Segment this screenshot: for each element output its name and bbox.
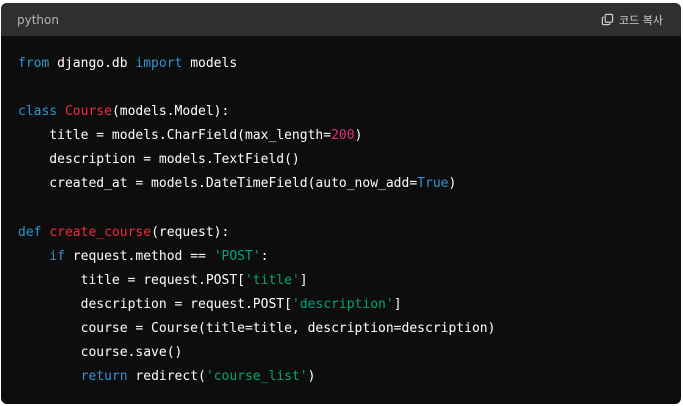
code-token: course = Course(title=title, description… [18, 321, 496, 337]
code-token: ] [299, 272, 308, 288]
code-token: return [80, 369, 128, 385]
code-token: title = request.POST[ [18, 272, 245, 288]
code-line: description = request.POST['description'… [18, 293, 664, 317]
language-label: python [17, 12, 59, 27]
code-token: (request): [151, 224, 230, 240]
code-token: redirect( [127, 369, 206, 385]
code-line: if request.method == 'POST': [18, 245, 664, 269]
code-line: title = models.CharField(max_length=200) [18, 124, 664, 148]
code-line: description = models.TextField() [18, 148, 664, 172]
code-token: 200 [331, 128, 355, 144]
code-token: Course [64, 104, 112, 120]
code-content: from django.db import models class Course… [1, 36, 681, 389]
code-block-header: python 코드 복사 [1, 3, 681, 36]
code-block: python 코드 복사 from django.db import model… [1, 3, 681, 404]
code-token: description = models.TextField() [18, 152, 300, 168]
copy-icon [601, 13, 614, 26]
code-line: def create_course(request): [18, 221, 664, 245]
code-token: import [135, 56, 183, 71]
code-token: if [49, 248, 65, 264]
code-token: ) [448, 176, 457, 192]
code-token: django.db [49, 56, 136, 71]
code-token: models [182, 56, 238, 71]
code-token: 'POST' [213, 248, 261, 264]
code-token: ) [354, 128, 363, 144]
code-token: (models.Model): [111, 104, 230, 120]
code-line: from django.db import models [18, 52, 664, 76]
code-line: course = Course(title=title, description… [18, 317, 664, 341]
code-token: ) [307, 369, 316, 385]
code-token: 'title' [244, 272, 300, 288]
copy-code-button[interactable]: 코드 복사 [601, 12, 665, 28]
code-token: request.method == [64, 248, 214, 264]
code-token: def [18, 224, 42, 240]
code-token: 'course_list' [205, 369, 308, 385]
code-line: course.save() [18, 341, 664, 365]
code-token: 'description' [291, 296, 394, 312]
copy-code-label: 코드 복사 [619, 13, 663, 27]
code-token: title = models.CharField(max_length= [18, 128, 332, 144]
code-token: from [18, 56, 50, 71]
code-line: class Course(models.Model): [18, 100, 664, 124]
code-token: description = request.POST[ [18, 296, 292, 312]
code-token: True [417, 176, 449, 192]
code-token: class [18, 104, 58, 120]
code-line: created_at = models.DateTimeField(auto_n… [18, 172, 664, 196]
code-token: create_course [49, 224, 152, 240]
code-token: course.save() [18, 345, 183, 361]
code-token: created_at = models.DateTimeField(auto_n… [18, 176, 418, 192]
code-line: return redirect('course_list') [18, 365, 664, 389]
code-line: title = request.POST['title'] [18, 269, 664, 293]
code-token: ] [393, 296, 402, 312]
code-token: : [260, 248, 269, 264]
